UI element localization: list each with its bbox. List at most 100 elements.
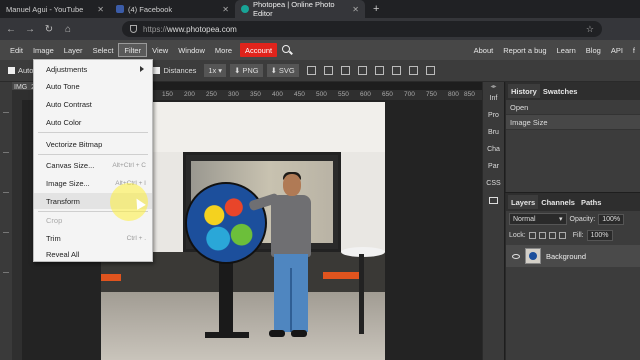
menu-item-vectorize-bitmap[interactable]: Vectorize Bitmap xyxy=(34,136,152,152)
menu-item-canvas-size[interactable]: Canvas Size... Alt+Ctrl + C xyxy=(34,157,152,173)
fill-field[interactable]: 100% xyxy=(586,229,613,241)
link-blog[interactable]: Blog xyxy=(581,43,606,57)
menu-more[interactable]: More xyxy=(210,43,237,57)
social-icon[interactable]: f xyxy=(628,43,640,57)
photo-table-leg xyxy=(359,254,364,334)
align-middle-icon[interactable] xyxy=(374,66,384,75)
menu-layer[interactable]: Layer xyxy=(59,43,88,57)
history-row[interactable]: Open xyxy=(506,100,640,115)
paragraph-panel-button[interactable]: Par xyxy=(483,158,504,175)
menu-item-label: Image Size... xyxy=(46,178,90,188)
menu-view[interactable]: View xyxy=(147,43,173,57)
align-bottom-icon[interactable] xyxy=(391,66,401,75)
zoom-select[interactable]: 1x ▾ xyxy=(204,64,227,77)
tab-history[interactable]: History xyxy=(508,84,540,98)
layer-thumbnail xyxy=(525,248,541,264)
back-icon[interactable]: ← xyxy=(6,24,16,35)
lock-position-icon[interactable] xyxy=(548,231,556,239)
ruler-tick: 550 xyxy=(338,91,349,98)
history-panel-tabs: History Swatches xyxy=(506,82,640,100)
new-tab-button[interactable]: + xyxy=(365,0,387,18)
align-right-icon[interactable] xyxy=(340,66,350,75)
link-report-bug[interactable]: Report a bug xyxy=(498,43,551,57)
fill-label: Fill: xyxy=(572,231,584,239)
menu-item-adjustments[interactable]: Adjustments xyxy=(34,61,152,77)
vertical-ruler xyxy=(12,100,22,360)
link-learn[interactable]: Learn xyxy=(552,43,581,57)
download-icon: ⬇ xyxy=(234,66,241,75)
photo-person-body xyxy=(271,195,311,257)
photo-chair xyxy=(101,274,121,281)
image-panel-icon[interactable] xyxy=(483,192,504,209)
menu-item-auto-contrast[interactable]: Auto Contrast xyxy=(34,96,152,112)
link-about[interactable]: About xyxy=(469,43,499,57)
tab-channels[interactable]: Channels xyxy=(538,195,578,209)
url-field[interactable]: https://www.photopea.com ☆ xyxy=(122,21,602,37)
menu-item-auto-tone[interactable]: Auto Tone xyxy=(34,78,152,94)
character-panel-button[interactable]: Cha xyxy=(483,141,504,158)
browser-tab-facebook[interactable]: (4) Facebook ✕ xyxy=(110,0,235,18)
properties-panel-button[interactable]: Pro xyxy=(483,107,504,124)
chevron-down-icon: ▾ xyxy=(218,66,223,75)
menu-separator xyxy=(38,154,148,155)
tab-title: Manuel Agui - YouTube xyxy=(6,4,84,14)
tab-paths[interactable]: Paths xyxy=(578,195,604,209)
distances-checkbox[interactable] xyxy=(153,67,161,74)
home-icon[interactable]: ⌂ xyxy=(63,24,73,35)
align-center-icon[interactable] xyxy=(323,66,333,75)
browser-tab-photopea[interactable]: Photopea | Online Photo Editor ✕ xyxy=(235,0,365,18)
menu-window[interactable]: Window xyxy=(173,43,210,57)
layer-row[interactable]: Background xyxy=(506,245,640,267)
ruler-tick: 150 xyxy=(162,91,173,98)
close-icon[interactable]: ✕ xyxy=(222,5,229,14)
menu-select[interactable]: Select xyxy=(88,43,119,57)
menu-item-label: Trim xyxy=(46,233,61,243)
history-row[interactable]: Image Size xyxy=(506,115,640,130)
blend-mode-select[interactable]: Normal ▾ xyxy=(509,213,567,225)
menu-item-trim[interactable]: Trim Ctrl + . xyxy=(34,230,152,246)
ruler-tick: 300 xyxy=(228,91,239,98)
lock-label: Lock: xyxy=(509,231,526,239)
close-icon[interactable]: ✕ xyxy=(97,5,104,14)
menu-edit[interactable]: Edit xyxy=(5,43,28,57)
browser-tab-strip: Manuel Agui - YouTube ✕ (4) Facebook ✕ P… xyxy=(0,0,640,18)
bookmark-star-icon[interactable]: ☆ xyxy=(586,24,594,35)
export-svg-button[interactable]: ⬇ SVG xyxy=(266,64,299,77)
link-api[interactable]: API xyxy=(606,43,628,57)
menu-separator xyxy=(38,132,148,133)
lock-transparency-icon[interactable] xyxy=(528,231,536,239)
lock-pixels-icon[interactable] xyxy=(538,231,546,239)
lock-fill-row: Lock: Fill: 100% xyxy=(506,227,640,243)
browser-tab-youtube[interactable]: Manuel Agui - YouTube ✕ xyxy=(0,0,110,18)
address-bar-row: ← → ↻ ⌂ https://www.photopea.com ☆ xyxy=(0,18,640,40)
align-top-icon[interactable] xyxy=(357,66,367,75)
forward-icon[interactable]: → xyxy=(25,24,35,35)
reload-icon[interactable]: ↻ xyxy=(44,24,54,35)
menu-item-reveal-all[interactable]: Reveal All xyxy=(34,246,152,262)
eye-icon[interactable] xyxy=(512,253,520,259)
opacity-field[interactable]: 100% xyxy=(598,213,625,225)
ruler-tick: 600 xyxy=(360,91,371,98)
info-panel-button[interactable]: Inf xyxy=(483,90,504,107)
export-png-button[interactable]: ⬇ PNG xyxy=(230,64,263,77)
tool-separator xyxy=(3,192,9,193)
menu-item-label: Crop xyxy=(46,215,63,225)
close-icon[interactable]: ✕ xyxy=(352,5,359,14)
align-left-icon[interactable] xyxy=(306,66,316,75)
account-button[interactable]: Account xyxy=(240,43,278,57)
menu-item-label: Auto Tone xyxy=(46,81,80,91)
brush-panel-button[interactable]: Bru xyxy=(483,124,504,141)
auto-select-checkbox[interactable] xyxy=(8,67,15,74)
tab-swatches[interactable]: Swatches xyxy=(540,84,581,98)
tab-layers[interactable]: Layers xyxy=(508,195,539,209)
search-icon[interactable] xyxy=(281,44,293,56)
menu-image[interactable]: Image xyxy=(28,43,59,57)
lock-all-icon[interactable] xyxy=(558,231,566,239)
url-host: www.photopea.com xyxy=(167,24,237,34)
collapse-arrows-icon[interactable]: ◂▸ xyxy=(483,82,504,90)
menu-item-auto-color[interactable]: Auto Color xyxy=(34,114,152,130)
menu-filter[interactable]: Filter xyxy=(118,43,148,57)
distribute-icon[interactable] xyxy=(408,66,418,75)
css-panel-button[interactable]: CSS xyxy=(483,175,504,192)
distribute-vertical-icon[interactable] xyxy=(425,66,435,75)
